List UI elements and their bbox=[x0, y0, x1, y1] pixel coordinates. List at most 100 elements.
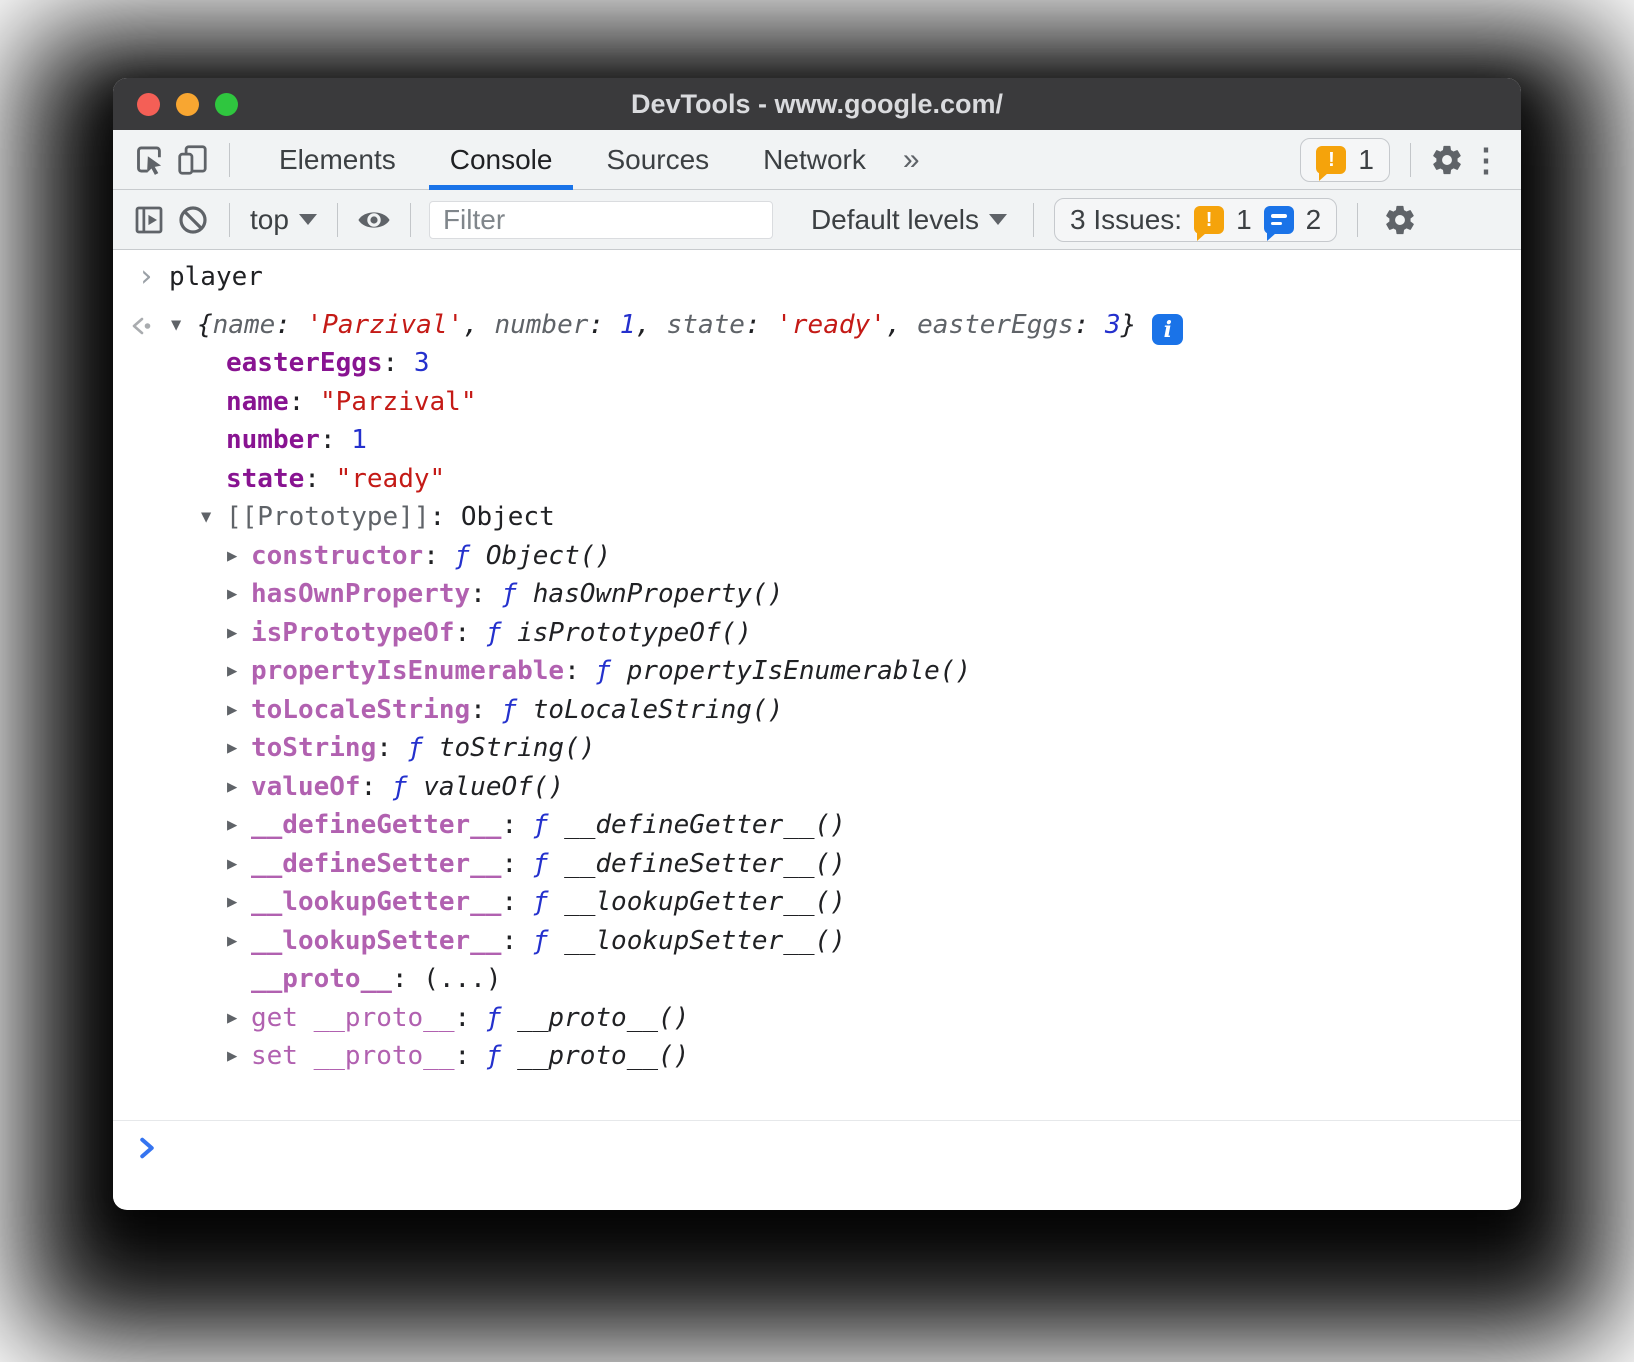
property-value: ƒ bbox=[533, 926, 564, 956]
more-options-icon[interactable]: ⋮ bbox=[1469, 136, 1503, 184]
console-settings-gear-icon[interactable] bbox=[1378, 196, 1422, 244]
console-command-echo: ›player bbox=[113, 258, 1521, 297]
separator bbox=[1357, 203, 1358, 237]
issues-count: 1 bbox=[1358, 144, 1374, 176]
live-expression-eye-icon[interactable] bbox=[352, 196, 396, 244]
console-messages[interactable]: ›player▼{name: 'Parzival', number: 1, st… bbox=[113, 250, 1521, 1120]
property-value: toString() bbox=[439, 733, 596, 763]
property-value: : bbox=[501, 887, 532, 917]
property-value: : bbox=[392, 964, 423, 994]
property-value: , bbox=[463, 310, 494, 340]
separator bbox=[410, 203, 411, 237]
message-count: 2 bbox=[1306, 204, 1322, 236]
expand-arrow-icon[interactable]: ▶ bbox=[227, 806, 237, 845]
property-key: number bbox=[226, 425, 320, 455]
separator bbox=[229, 143, 230, 177]
property-value: ƒ bbox=[533, 810, 564, 840]
property-value: : bbox=[501, 810, 532, 840]
issues-summary-label: 3 Issues: bbox=[1070, 204, 1182, 236]
property-value: __defineSetter__() bbox=[564, 849, 846, 879]
property-value: __proto__() bbox=[517, 1003, 689, 1033]
property-value: 1 bbox=[620, 310, 636, 340]
console-sidebar-toggle-icon[interactable] bbox=[127, 196, 171, 244]
devtools-window: DevTools - www.google.com/ ElementsConso… bbox=[113, 78, 1521, 1210]
property-value: propertyIsEnumerable() bbox=[627, 656, 971, 686]
property-value: "Parzival" bbox=[320, 387, 477, 417]
expand-arrow-icon[interactable]: ▶ bbox=[227, 845, 237, 884]
settings-gear-icon[interactable] bbox=[1425, 136, 1469, 184]
property-value: toLocaleString() bbox=[533, 695, 783, 725]
expand-arrow-icon[interactable]: ▶ bbox=[227, 883, 237, 922]
log-levels-value: Default levels bbox=[811, 204, 979, 236]
property-value: Object() bbox=[486, 541, 611, 571]
tab-network[interactable]: Network bbox=[736, 130, 893, 190]
property-value: ƒ bbox=[533, 887, 564, 917]
tab-sources[interactable]: Sources bbox=[579, 130, 736, 190]
device-toolbar-icon[interactable] bbox=[171, 136, 215, 184]
clear-console-icon[interactable] bbox=[171, 196, 215, 244]
prototype-method-row: ▶constructor: ƒ Object() bbox=[113, 537, 1521, 576]
property-key: constructor bbox=[251, 541, 423, 571]
tab-console[interactable]: Console bbox=[423, 130, 580, 190]
expand-arrow-icon[interactable]: ▶ bbox=[227, 614, 237, 653]
issues-counter-button[interactable]: ! 1 bbox=[1300, 138, 1390, 182]
property-value: : bbox=[455, 1041, 486, 1071]
property-value: : bbox=[383, 348, 414, 378]
property-key: name bbox=[226, 387, 289, 417]
property-value: __lookupGetter__() bbox=[564, 887, 846, 917]
property-value: : bbox=[455, 618, 486, 648]
property-value: 3 bbox=[1105, 310, 1121, 340]
expand-arrow-icon[interactable]: ▶ bbox=[227, 537, 237, 576]
expand-arrow-icon[interactable]: ▶ bbox=[227, 999, 237, 1038]
property-key: state bbox=[667, 310, 745, 340]
expand-arrow-icon[interactable]: ▶ bbox=[227, 729, 237, 768]
property-value[interactable]: (...) bbox=[423, 964, 501, 994]
property-value: ƒ bbox=[392, 772, 423, 802]
collapse-arrow-icon[interactable]: ▼ bbox=[171, 306, 181, 345]
devtools-tabbar: ElementsConsoleSourcesNetwork » ! 1 ⋮ bbox=[113, 130, 1521, 190]
object-property-row: name: "Parzival" bbox=[113, 383, 1521, 422]
console-result-object: ▼{name: 'Parzival', number: 1, state: 'r… bbox=[113, 306, 1521, 345]
property-value: hasOwnProperty() bbox=[533, 579, 783, 609]
expand-arrow-icon[interactable]: ▶ bbox=[227, 768, 237, 807]
object-property-row: state: "ready" bbox=[113, 460, 1521, 499]
chevron-down-icon bbox=[989, 214, 1007, 225]
log-levels-dropdown[interactable]: Default levels bbox=[805, 204, 1013, 236]
prototype-method-row: ▶hasOwnProperty: ƒ hasOwnProperty() bbox=[113, 575, 1521, 614]
context-selector-dropdown[interactable]: top bbox=[244, 204, 323, 236]
property-key: isPrototypeOf bbox=[251, 618, 455, 648]
tab-elements[interactable]: Elements bbox=[252, 130, 423, 190]
expand-arrow-icon[interactable]: ▶ bbox=[227, 575, 237, 614]
property-value: : bbox=[423, 541, 454, 571]
property-value: ƒ bbox=[486, 1003, 517, 1033]
property-value: } bbox=[1121, 310, 1137, 340]
property-value: ƒ bbox=[501, 695, 532, 725]
issues-summary-button[interactable]: 3 Issues: ! 1 2 bbox=[1054, 198, 1337, 242]
expand-arrow-icon[interactable]: ▶ bbox=[227, 652, 237, 691]
expand-arrow-icon[interactable]: ▶ bbox=[227, 1037, 237, 1076]
prototype-method-row: ▶__defineSetter__: ƒ __defineSetter__() bbox=[113, 845, 1521, 884]
property-key: name bbox=[213, 310, 276, 340]
property-key: __lookupGetter__ bbox=[251, 887, 501, 917]
property-value: ƒ bbox=[408, 733, 439, 763]
property-key: valueOf bbox=[251, 772, 361, 802]
property-value: { bbox=[197, 310, 213, 340]
property-key: __defineSetter__ bbox=[251, 849, 501, 879]
filter-input[interactable] bbox=[429, 201, 773, 239]
property-key: easterEggs bbox=[917, 310, 1074, 340]
prototype-method-row: ▶toString: ƒ toString() bbox=[113, 729, 1521, 768]
more-tabs-icon[interactable]: » bbox=[893, 143, 930, 177]
console-input-row[interactable] bbox=[113, 1120, 1521, 1209]
expand-arrow-icon[interactable]: ▶ bbox=[227, 922, 237, 961]
console-toolbar: top Default levels 3 Issues: ! bbox=[113, 190, 1521, 250]
collapse-arrow-icon[interactable]: ▼ bbox=[201, 498, 211, 537]
property-value: : bbox=[501, 926, 532, 956]
property-value: : bbox=[304, 464, 335, 494]
property-value: : bbox=[470, 579, 501, 609]
inspect-element-icon[interactable] bbox=[127, 136, 171, 184]
info-icon[interactable]: i bbox=[1152, 314, 1183, 345]
object-property-row: easterEggs: 3 bbox=[113, 344, 1521, 383]
command-chevron-icon: › bbox=[137, 258, 155, 297]
property-value: : bbox=[361, 772, 392, 802]
expand-arrow-icon[interactable]: ▶ bbox=[227, 691, 237, 730]
